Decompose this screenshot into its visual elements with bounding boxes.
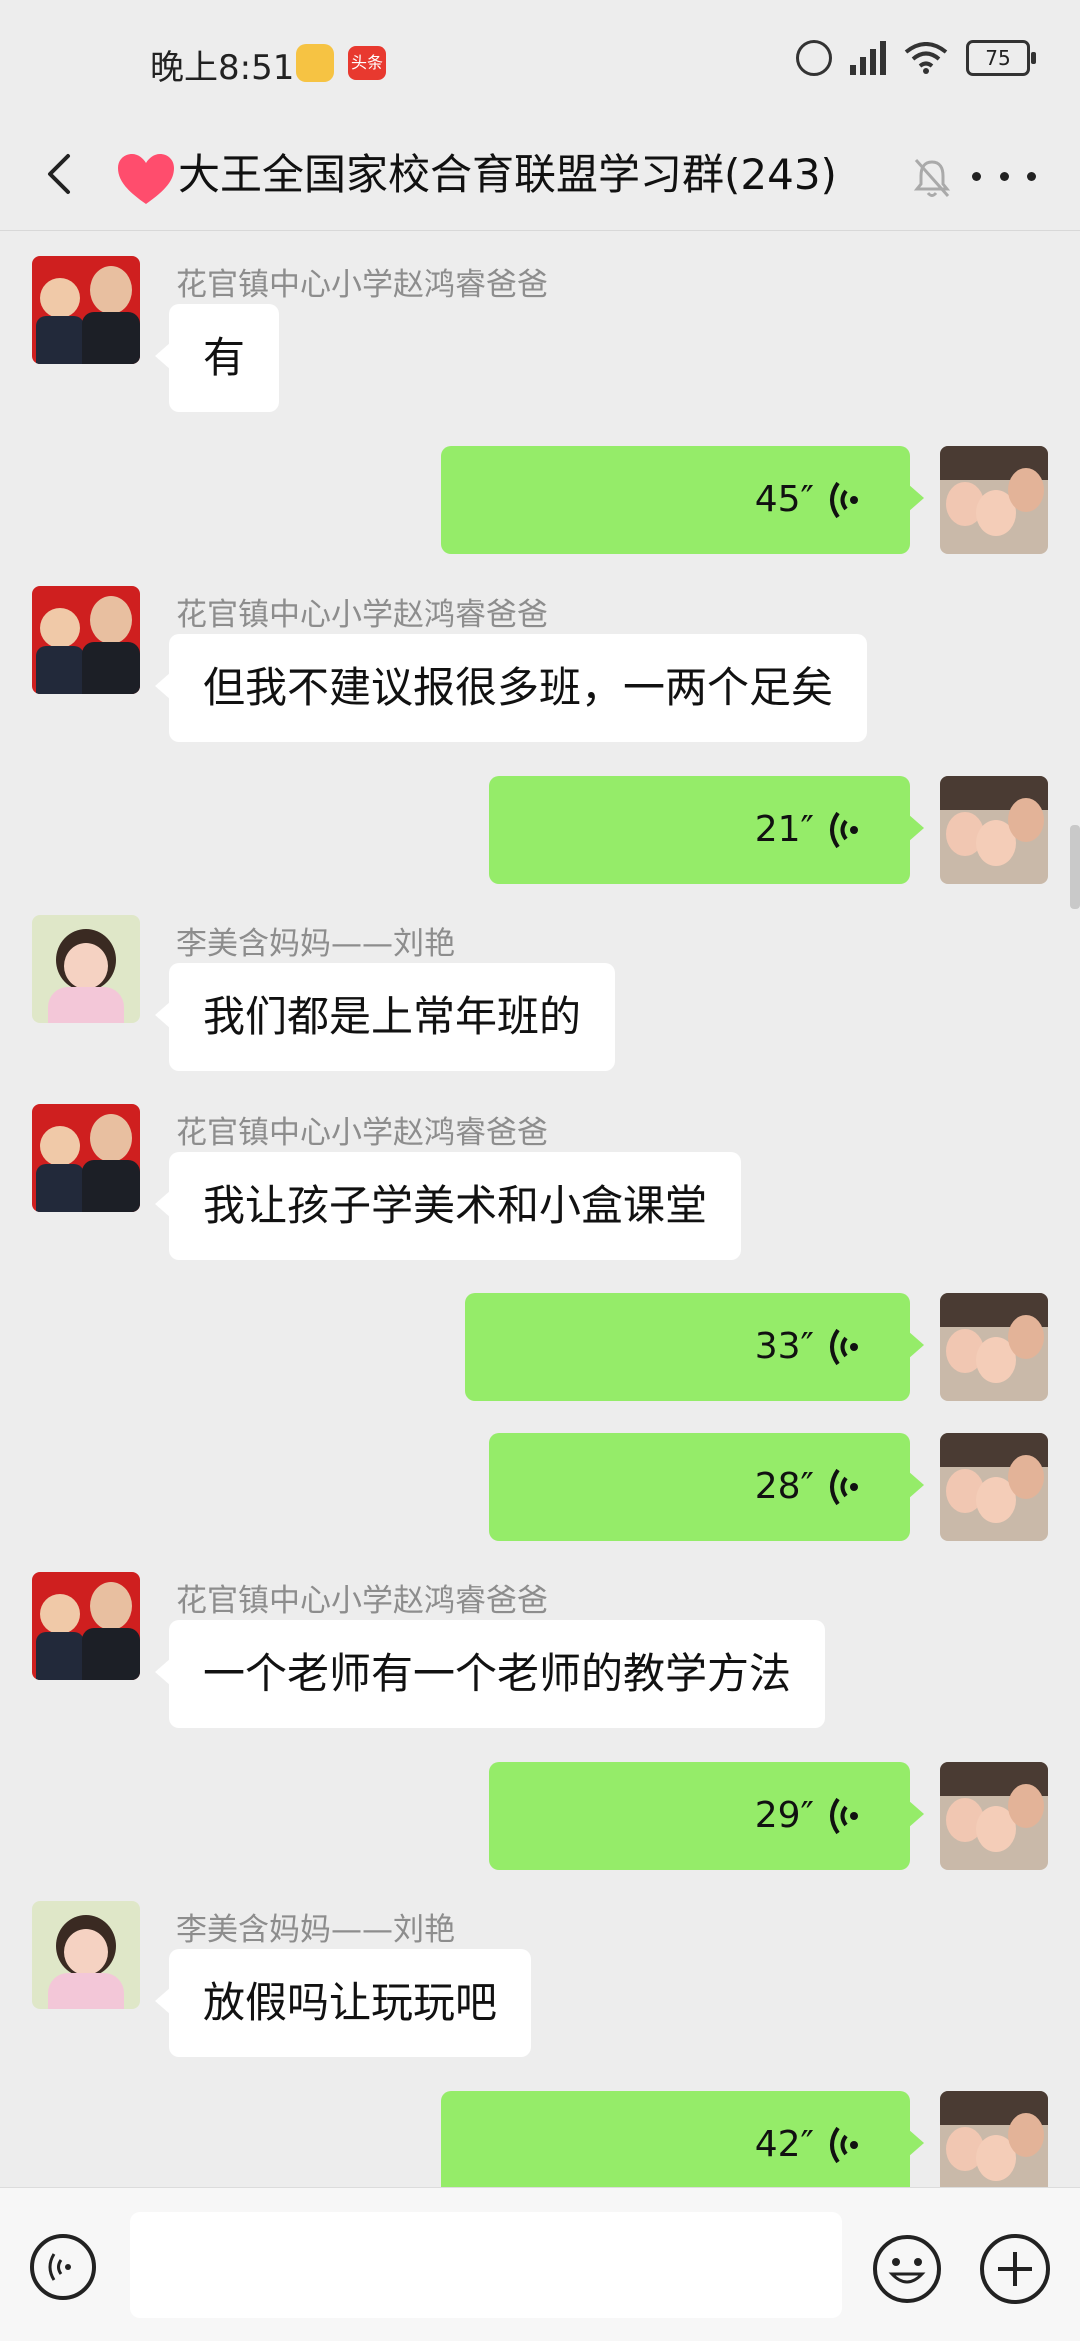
voice-duration: 29″: [754, 1795, 814, 1836]
voice-wave-icon: [830, 1468, 858, 1506]
avatar[interactable]: [32, 915, 140, 1023]
sender-name: 李美含妈妈——刘艳: [176, 926, 455, 962]
voice-wave-icon: [830, 1797, 858, 1835]
voice-mode-icon: [48, 2253, 71, 2281]
text-bubble[interactable]: 有: [154, 304, 280, 412]
message-input[interactable]: [130, 2212, 842, 2318]
status-time: 晚上8:51: [150, 48, 295, 88]
avatar[interactable]: [32, 586, 140, 694]
text-bubble[interactable]: 放假吗让玩玩吧: [154, 1949, 532, 2057]
heart-icon: [118, 154, 174, 204]
wifi-icon: [904, 42, 948, 74]
my-avatar[interactable]: [940, 776, 1048, 884]
voice-wave-icon: [830, 1328, 858, 1366]
sender-name: 花官镇中心小学赵鸿睿爸爸: [176, 1583, 548, 1619]
alarm-icon: [796, 40, 832, 76]
my-avatar[interactable]: [940, 446, 1048, 554]
sender-name: 花官镇中心小学赵鸿睿爸爸: [176, 597, 548, 633]
avatar[interactable]: [32, 1901, 140, 2009]
sender-name: 李美含妈妈——刘艳: [176, 1912, 455, 1948]
chat-header: 大王全国家校合育联盟学习群(243): [0, 120, 1080, 231]
status-bar: 晚上8:51 头条 75: [0, 0, 1080, 130]
avatar[interactable]: [32, 1104, 140, 1212]
voice-duration: 45″: [754, 479, 814, 520]
voice-input-button[interactable]: [30, 2234, 96, 2300]
my-avatar[interactable]: [940, 1433, 1048, 1541]
message-list[interactable]: 花官镇中心小学赵鸿睿爸爸 有 45″ 花官镇中心小学赵鸿睿爸爸 但我不建议报很多…: [0, 231, 1080, 2187]
my-avatar[interactable]: [940, 1762, 1048, 1870]
voice-duration: 28″: [754, 1466, 814, 1507]
status-indicators: 75: [796, 40, 1036, 76]
text-bubble[interactable]: 我们都是上常年班的: [154, 963, 616, 1071]
back-arrow-icon[interactable]: [30, 142, 94, 206]
voice-wave-icon: [830, 2126, 858, 2164]
avatar[interactable]: [32, 1572, 140, 1680]
signal-icon: [850, 41, 886, 75]
text-bubble[interactable]: 我让孩子学美术和小盒课堂: [154, 1152, 742, 1260]
voice-wave-icon: [830, 481, 858, 519]
input-bar: [0, 2187, 1080, 2341]
sender-name: 花官镇中心小学赵鸿睿爸爸: [176, 1115, 548, 1151]
scrollbar-thumb[interactable]: [1070, 825, 1080, 909]
more-functions-button[interactable]: [980, 2234, 1050, 2304]
voice-duration: 42″: [754, 2124, 814, 2165]
toutiao-app-icon: 头条: [348, 46, 386, 80]
voice-duration: 21″: [754, 809, 814, 850]
voice-bubble[interactable]: 33″: [465, 1293, 924, 1401]
my-avatar[interactable]: [940, 1293, 1048, 1401]
voice-bubble[interactable]: 29″: [489, 1762, 924, 1870]
battery-icon: 75: [966, 40, 1036, 76]
sender-name: 花官镇中心小学赵鸿睿爸爸: [176, 267, 548, 303]
voice-wave-icon: [830, 811, 858, 849]
more-options-button[interactable]: [972, 156, 1036, 196]
my-avatar[interactable]: [940, 2091, 1048, 2187]
voice-bubble[interactable]: 21″: [489, 776, 924, 884]
mute-bell-icon: [913, 159, 951, 197]
voice-duration: 33″: [754, 1326, 814, 1367]
text-bubble[interactable]: 一个老师有一个老师的教学方法: [154, 1620, 826, 1728]
notification-app-icon: [296, 44, 334, 82]
voice-bubble[interactable]: 45″: [441, 446, 924, 554]
chat-title: 大王全国家校合育联盟学习群(243): [178, 150, 837, 199]
voice-bubble[interactable]: 28″: [489, 1433, 924, 1541]
avatar[interactable]: [32, 256, 140, 364]
text-bubble[interactable]: 但我不建议报很多班，一两个足矣: [154, 634, 868, 742]
emoji-button[interactable]: [872, 2234, 942, 2304]
voice-bubble[interactable]: 42″: [441, 2091, 924, 2187]
